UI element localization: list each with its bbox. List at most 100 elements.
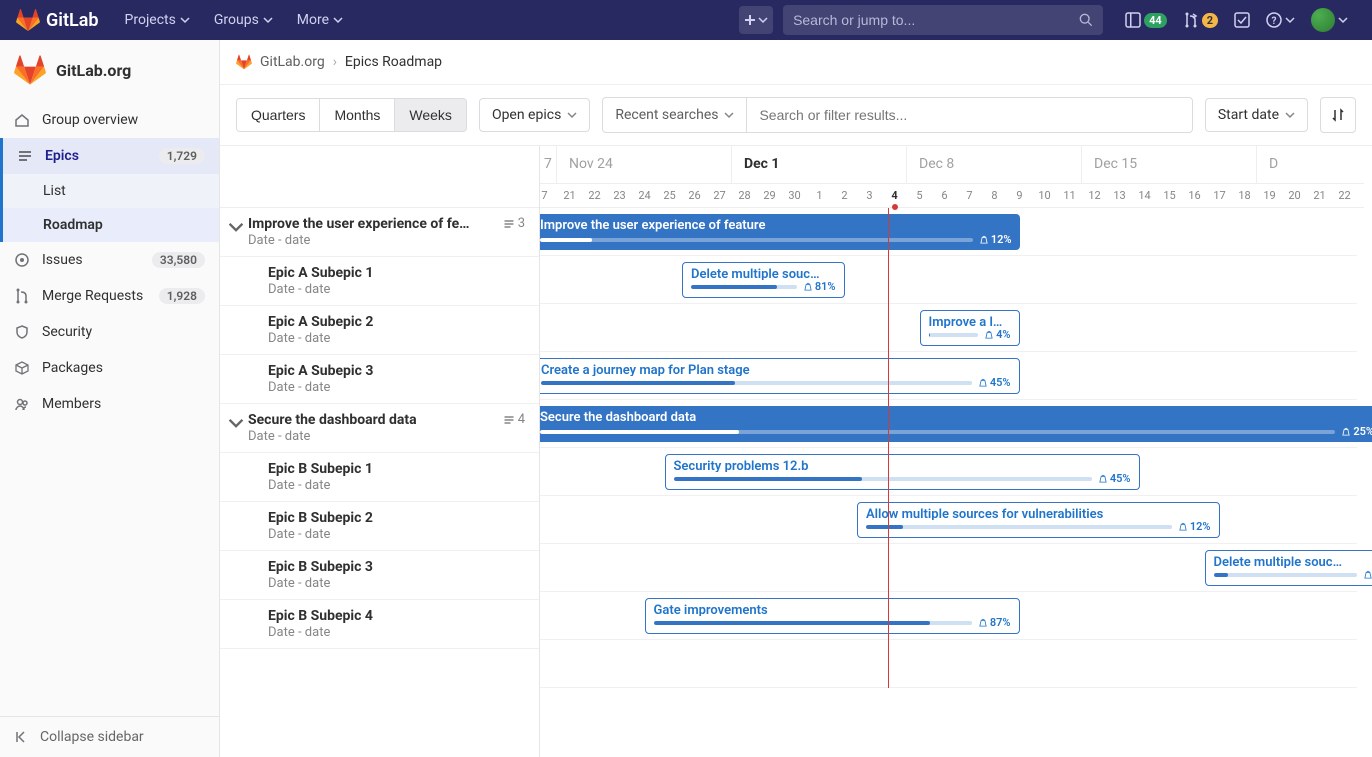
epic-bar[interactable]: Secure the dashboard data 25% bbox=[540, 406, 1372, 442]
filter-input[interactable] bbox=[747, 107, 1191, 123]
chevron-down-icon bbox=[1285, 15, 1295, 25]
sidebar-item-packages[interactable]: Packages bbox=[0, 350, 219, 386]
count-badge: 1,928 bbox=[159, 288, 205, 304]
day-header: 22 bbox=[582, 184, 607, 207]
timeline-lane: Secure the dashboard data 25% bbox=[540, 400, 1357, 448]
chevron-down-icon bbox=[333, 15, 343, 25]
group-header[interactable]: GitLab.org bbox=[0, 40, 219, 96]
day-header: 22 bbox=[1332, 184, 1357, 207]
chevron-down-icon[interactable] bbox=[228, 415, 244, 431]
timeline-lane: Allow multiple sources for vulnerabiliti… bbox=[540, 496, 1357, 544]
today-line bbox=[888, 208, 889, 688]
chevron-down-icon[interactable] bbox=[228, 219, 244, 235]
month-header: D bbox=[1257, 146, 1372, 183]
app-name: GitLab bbox=[46, 10, 99, 31]
day-header: 2 bbox=[832, 184, 857, 207]
sidebar-item-issues[interactable]: Issues33,580 bbox=[0, 242, 219, 278]
timeline-lane: Delete multiple souc… 81% bbox=[540, 256, 1357, 304]
sidebar-item-security[interactable]: Security bbox=[0, 314, 219, 350]
month-header: Dec 15 bbox=[1082, 146, 1257, 183]
open-epics-dropdown[interactable]: Open epics bbox=[479, 98, 590, 132]
day-header: 11 bbox=[1057, 184, 1082, 207]
sidebar-item-epics[interactable]: Epics1,729 bbox=[0, 138, 219, 174]
count-badge: 1,729 bbox=[159, 148, 205, 164]
nav-groups[interactable]: Groups bbox=[204, 0, 283, 40]
day-header: 15 bbox=[1157, 184, 1182, 207]
timeline-lane: Create a journey map for Plan stage 45% bbox=[540, 352, 1357, 400]
mr-icon bbox=[1183, 12, 1199, 28]
day-header: 29 bbox=[757, 184, 782, 207]
user-menu[interactable] bbox=[1311, 8, 1348, 32]
weight-icon bbox=[978, 618, 988, 628]
package-icon bbox=[14, 360, 30, 376]
gitlab-fox-icon bbox=[16, 8, 40, 32]
timeframe-quarters[interactable]: Quarters bbox=[237, 99, 320, 131]
search-input[interactable] bbox=[793, 12, 1079, 28]
ci-status-icon[interactable]: 44 bbox=[1125, 12, 1167, 28]
mr-icon bbox=[14, 288, 30, 304]
new-dropdown[interactable] bbox=[739, 6, 773, 34]
epic-bar[interactable]: Create a journey map for Plan stage 45% bbox=[540, 358, 1020, 394]
nav-more[interactable]: More bbox=[287, 0, 353, 40]
subepic-count: 3 bbox=[503, 216, 525, 231]
nav-projects[interactable]: Projects bbox=[115, 0, 200, 40]
day-header: 12 bbox=[1082, 184, 1107, 207]
sidebar-sub-roadmap[interactable]: Roadmap bbox=[3, 208, 219, 242]
filter-search-bar: Recent searches bbox=[602, 97, 1193, 133]
sidebar-item-merge-requests[interactable]: Merge Requests1,928 bbox=[0, 278, 219, 314]
timeline-lane: Improve the user experience of feature 1… bbox=[540, 208, 1357, 256]
group-name: GitLab.org bbox=[56, 61, 131, 80]
recent-searches-dropdown[interactable]: Recent searches bbox=[603, 98, 747, 132]
collapse-sidebar[interactable]: Collapse sidebar bbox=[0, 716, 219, 757]
global-search[interactable] bbox=[783, 5, 1103, 35]
mr-count-badge: 44 bbox=[1144, 13, 1167, 28]
epic-bar[interactable]: Improve the user experience of feature 1… bbox=[540, 214, 1020, 250]
epic-bar[interactable]: Delete multiple souc… 81% bbox=[682, 262, 845, 298]
epic-row[interactable]: Improve the user experience of fe…Date -… bbox=[220, 208, 539, 257]
epic-bar[interactable]: Delete multiple souc… 10% bbox=[1205, 550, 1372, 586]
weight-icon bbox=[1341, 427, 1351, 437]
epic-bar[interactable]: Security problems 12.b 45% bbox=[665, 454, 1140, 490]
epic-row[interactable]: Epic A Subepic 1Date - date bbox=[220, 257, 539, 306]
weight-icon bbox=[1363, 570, 1372, 580]
timeframe-months[interactable]: Months bbox=[320, 99, 395, 131]
chevron-down-icon bbox=[1285, 110, 1295, 120]
epic-row[interactable]: Epic A Subepic 2Date - date bbox=[220, 306, 539, 355]
epic-row[interactable]: Epic B Subepic 3Date - date bbox=[220, 551, 539, 600]
gitlab-logo[interactable]: GitLab bbox=[16, 8, 99, 32]
day-header: 20 bbox=[1282, 184, 1307, 207]
todo-count-badge: 2 bbox=[1202, 13, 1218, 28]
sidebar-sub-list[interactable]: List bbox=[3, 174, 219, 208]
day-header: 16 bbox=[1182, 184, 1207, 207]
sidebar-item-group-overview[interactable]: Group overview bbox=[0, 102, 219, 138]
timeline-panel[interactable]: 7Nov 24Dec 1Dec 8Dec 15D 721222324252627… bbox=[540, 146, 1372, 757]
weight-icon bbox=[1098, 474, 1108, 484]
sort-icon bbox=[1331, 108, 1345, 122]
epic-bar[interactable]: Gate improvements 87% bbox=[645, 598, 1020, 634]
month-header: Dec 8 bbox=[907, 146, 1082, 183]
epic-row[interactable]: Epic B Subepic 1Date - date bbox=[220, 453, 539, 502]
epic-row[interactable]: Epic B Subepic 4Date - date bbox=[220, 600, 539, 649]
weight-icon bbox=[803, 282, 813, 292]
sidebar-item-members[interactable]: Members bbox=[0, 386, 219, 422]
epic-row[interactable]: Epic B Subepic 2Date - date bbox=[220, 502, 539, 551]
merge-requests-icon[interactable]: 2 bbox=[1183, 12, 1218, 28]
breadcrumb-sep: › bbox=[333, 54, 337, 70]
epic-row[interactable]: Epic A Subepic 3Date - date bbox=[220, 355, 539, 404]
day-header: 1 bbox=[807, 184, 832, 207]
day-header: 21 bbox=[557, 184, 582, 207]
help-icon[interactable]: ? bbox=[1266, 12, 1295, 28]
todos-icon[interactable] bbox=[1234, 12, 1250, 28]
epic-icon bbox=[17, 148, 33, 164]
day-header: 25 bbox=[657, 184, 682, 207]
subepic-count: 4 bbox=[503, 412, 525, 427]
epic-row[interactable]: Secure the dashboard dataDate - date 4 bbox=[220, 404, 539, 453]
epic-bar[interactable]: Allow multiple sources for vulnerabiliti… bbox=[857, 502, 1220, 538]
day-header: 28 bbox=[732, 184, 757, 207]
weight-icon bbox=[979, 235, 989, 245]
breadcrumb-group[interactable]: GitLab.org bbox=[260, 54, 325, 70]
sort-dropdown[interactable]: Start date bbox=[1205, 98, 1308, 132]
sort-direction-button[interactable] bbox=[1320, 97, 1356, 133]
timeframe-weeks[interactable]: Weeks bbox=[395, 99, 466, 131]
epic-bar[interactable]: Improve a l… 4% bbox=[920, 310, 1020, 346]
